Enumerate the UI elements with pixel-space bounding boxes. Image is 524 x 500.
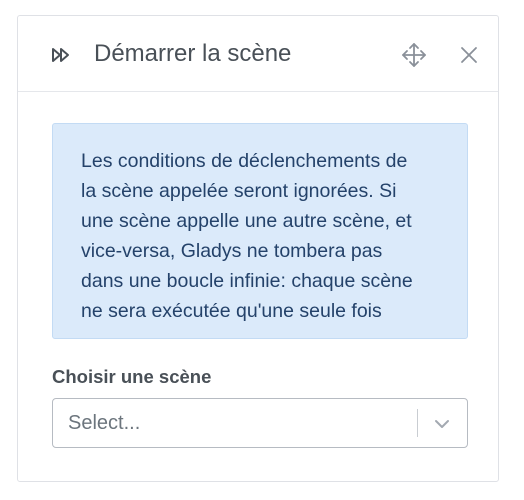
chevron-down-icon[interactable]: [431, 413, 453, 435]
scene-action-card: Démarrer la scène Les conditions de décl…: [17, 15, 499, 482]
select-separator: [417, 409, 418, 437]
info-alert: Les conditions de déclenchements de la s…: [52, 123, 468, 339]
alert-line: une scène appelle une autre scène, et: [81, 210, 412, 232]
move-icon[interactable]: [401, 42, 427, 68]
close-button[interactable]: [458, 44, 480, 66]
alert-line: vice-versa, Gladys ne tombera pas: [81, 240, 383, 262]
close-icon: [461, 47, 477, 63]
alert-line: ne sera exécutée qu'une seule fois: [81, 300, 382, 322]
fast-forward-icon: [50, 44, 72, 66]
alert-line: dans une boucle infinie: chaque scène: [81, 270, 413, 292]
alert-line: la scène appelée seront ignorées. Si: [81, 180, 397, 202]
card-title: Démarrer la scène: [94, 40, 292, 67]
scene-select-label: Choisir une scène: [52, 366, 212, 387]
card-header: Démarrer la scène: [18, 16, 498, 92]
scene-select[interactable]: Select...: [52, 398, 468, 448]
alert-line: Les conditions de déclenchements de: [81, 150, 408, 172]
scene-select-placeholder: Select...: [68, 412, 141, 434]
